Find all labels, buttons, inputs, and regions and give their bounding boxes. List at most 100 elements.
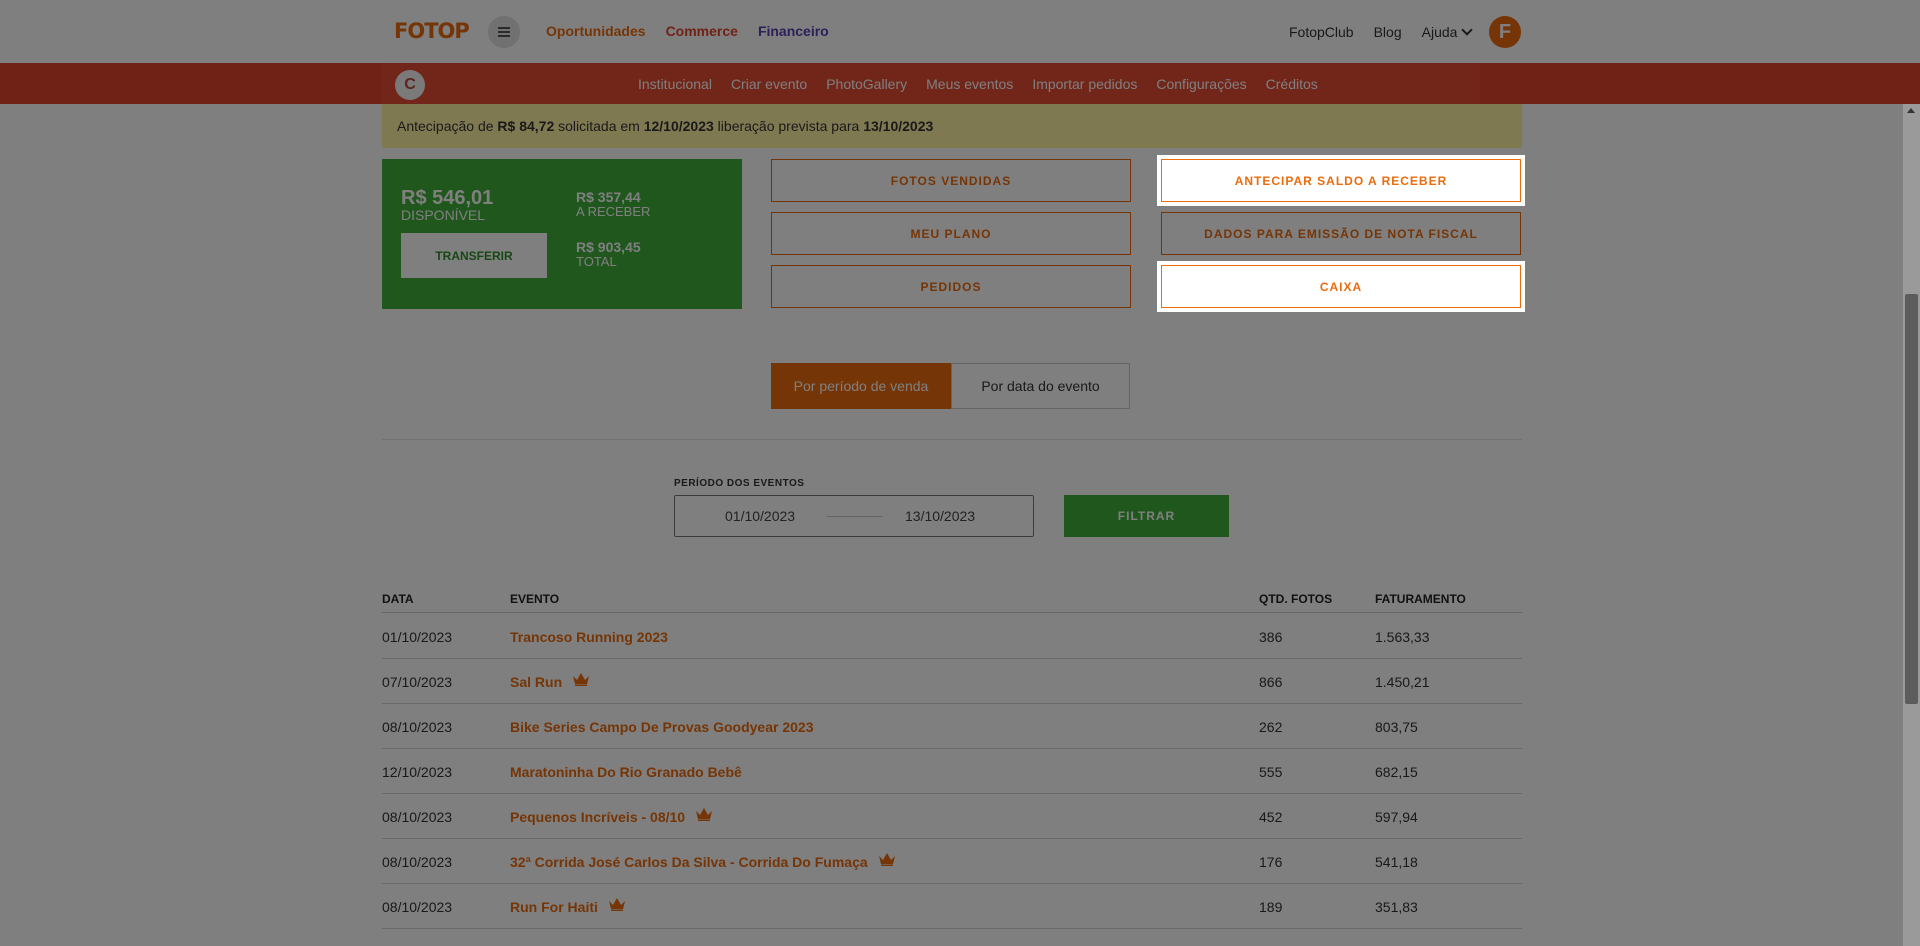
cell-event-link[interactable]: Trancoso Running 2023: [510, 629, 668, 645]
filter-button[interactable]: FILTRAR: [1064, 495, 1229, 537]
crown-icon: [573, 673, 590, 686]
transfer-button[interactable]: TRANSFERIR: [401, 233, 547, 278]
right-nav: FotopClub Blog Ajuda: [1289, 24, 1474, 40]
date-separator: [827, 516, 883, 517]
cell-date: 12/10/2023: [382, 764, 453, 780]
period-label: PERÍODO DOS EVENTOS: [674, 478, 805, 489]
event-name: Trancoso Running 2023: [510, 629, 668, 645]
cell-date: 01/10/2023: [382, 629, 453, 645]
table-header: DATA EVENTO QTD. FOTOS FATURAMENTO: [382, 592, 1522, 613]
table-row: 08/10/2023 Pequenos Incríveis - 08/10 452 5…: [382, 794, 1522, 839]
tab-por-data-do-evento[interactable]: Por data do evento: [951, 363, 1130, 409]
crown-icon: [696, 808, 713, 821]
notice-date-release: 13/10/2023: [863, 118, 934, 134]
table-row: 08/10/2023 32ª Corrida José Carlos Da Sil…: [382, 839, 1522, 884]
total-label: TOTAL: [576, 254, 617, 269]
cell-qty: 386: [1259, 629, 1283, 645]
receivable-label: A RECEBER: [576, 204, 651, 219]
user-avatar[interactable]: F: [1489, 16, 1521, 48]
notice-date-requested: 12/10/2023: [643, 118, 714, 134]
total-value: R$ 903,45: [576, 239, 641, 255]
table-row: 07/10/2023 Sal Run 866 1.450,21: [382, 659, 1522, 704]
nav-financeiro[interactable]: Financeiro: [758, 23, 829, 39]
divider: [382, 439, 1522, 440]
cell-event-link[interactable]: Sal Run: [510, 673, 590, 690]
menu-button[interactable]: [488, 16, 520, 48]
notice-amount: R$ 84,72: [497, 118, 555, 134]
cell-revenue: 351,83: [1375, 899, 1418, 915]
chevron-down-icon: [1461, 24, 1474, 36]
event-name: 32ª Corrida José Carlos Da Silva - Corri…: [510, 854, 868, 870]
crown-icon: [878, 853, 895, 866]
caixa-button[interactable]: CAIXA: [1161, 265, 1521, 308]
pedidos-button[interactable]: PEDIDOS: [771, 265, 1131, 308]
header-qty: QTD. FOTOS: [1259, 592, 1333, 606]
header-revenue: FATURAMENTO: [1375, 592, 1466, 606]
cell-event-link[interactable]: 32ª Corrida José Carlos Da Silva - Corri…: [510, 853, 896, 870]
subnav-importar-pedidos[interactable]: Importar pedidos: [1032, 76, 1137, 92]
sub-nav-links: Institucional Criar evento PhotoGallery …: [638, 76, 1318, 92]
event-name: Bike Series Campo De Provas Goodyear 202…: [510, 719, 814, 735]
table-row: 12/10/2023 Maratoninha Do Rio Granado Beb…: [382, 749, 1522, 794]
meu-plano-button[interactable]: MEU PLANO: [771, 212, 1131, 255]
nav-commerce[interactable]: Commerce: [666, 23, 738, 39]
subnav-configuracoes[interactable]: Configurações: [1156, 76, 1246, 92]
subnav-institucional[interactable]: Institucional: [638, 76, 712, 92]
cell-qty: 555: [1259, 764, 1283, 780]
end-date[interactable]: 13/10/2023: [905, 508, 975, 524]
cell-revenue: 803,75: [1375, 719, 1418, 735]
event-name: Sal Run: [510, 674, 563, 690]
cell-qty: 262: [1259, 719, 1283, 735]
cell-qty: 866: [1259, 674, 1283, 690]
available-label: DISPONÍVEL: [401, 207, 486, 223]
dados-nota-fiscal-button[interactable]: DADOS PARA EMISSÃO DE NOTA FISCAL: [1161, 212, 1521, 255]
event-name: Maratoninha Do Rio Granado Bebê: [510, 764, 742, 780]
cell-date: 08/10/2023: [382, 719, 453, 735]
subnav-creditos[interactable]: Créditos: [1266, 76, 1318, 92]
cell-event-link[interactable]: Run For Haiti: [510, 898, 626, 915]
advance-notice: Antecipação de R$ 84,72 solicitada em 12…: [382, 104, 1522, 148]
header-event: EVENTO: [510, 592, 560, 606]
cell-revenue: 541,18: [1375, 854, 1418, 870]
nav-oportunidades[interactable]: Oportunidades: [546, 23, 646, 39]
subnav-criar-evento[interactable]: Criar evento: [731, 76, 807, 92]
nav-fotopclub[interactable]: FotopClub: [1289, 24, 1354, 40]
subnav-photogallery[interactable]: PhotoGallery: [826, 76, 907, 92]
cell-qty: 176: [1259, 854, 1283, 870]
event-name: Run For Haiti: [510, 899, 598, 915]
hamburger-icon: [498, 27, 510, 37]
cell-revenue: 1.563,33: [1375, 629, 1430, 645]
table-row: 08/10/2023 Bike Series Campo De Provas Go…: [382, 704, 1522, 749]
fotop-logo[interactable]: FOTOP: [394, 19, 470, 43]
cell-event-link[interactable]: Pequenos Incríveis - 08/10: [510, 808, 713, 825]
cell-date: 08/10/2023: [382, 899, 453, 915]
scroll-up-arrow-icon[interactable]: [1907, 108, 1915, 113]
table-row: 08/10/2023 Run For Haiti 189 351,83: [382, 884, 1522, 929]
antecipar-saldo-button[interactable]: ANTECIPAR SALDO A RECEBER: [1161, 159, 1521, 202]
cell-qty: 452: [1259, 809, 1283, 825]
page: FOTOP Oportunidades Commerce Financeiro …: [0, 0, 1920, 946]
subnav-meus-eventos[interactable]: Meus eventos: [926, 76, 1013, 92]
header-date: DATA: [382, 592, 414, 606]
nav-ajuda-label: Ajuda: [1421, 24, 1458, 40]
start-date[interactable]: 01/10/2023: [725, 508, 795, 524]
account-avatar[interactable]: C: [395, 70, 425, 100]
receivable-value: R$ 357,44: [576, 189, 641, 205]
cell-event-link[interactable]: Maratoninha Do Rio Granado Bebê: [510, 764, 742, 780]
cell-revenue: 682,15: [1375, 764, 1418, 780]
tab-por-periodo-de-venda[interactable]: Por período de venda: [771, 363, 951, 409]
notice-text-mid2: liberação prevista para: [713, 118, 864, 134]
main-nav: Oportunidades Commerce Financeiro: [546, 23, 829, 39]
nav-ajuda[interactable]: Ajuda: [1421, 24, 1474, 40]
cell-qty: 189: [1259, 899, 1283, 915]
nav-blog[interactable]: Blog: [1374, 24, 1402, 40]
period-tabs: Por período de venda Por data do evento: [771, 363, 1130, 409]
notice-text-mid: solicitada em: [554, 118, 644, 134]
date-range-input[interactable]: 01/10/2023 13/10/2023: [674, 495, 1034, 537]
fotos-vendidas-button[interactable]: FOTOS VENDIDAS: [771, 159, 1131, 202]
cell-event-link[interactable]: Bike Series Campo De Provas Goodyear 202…: [510, 719, 813, 735]
cell-revenue: 597,94: [1375, 809, 1418, 825]
top-nav: FOTOP Oportunidades Commerce Financeiro …: [0, 0, 1920, 63]
scrollbar-thumb[interactable]: [1905, 294, 1918, 704]
cell-date: 07/10/2023: [382, 674, 453, 690]
